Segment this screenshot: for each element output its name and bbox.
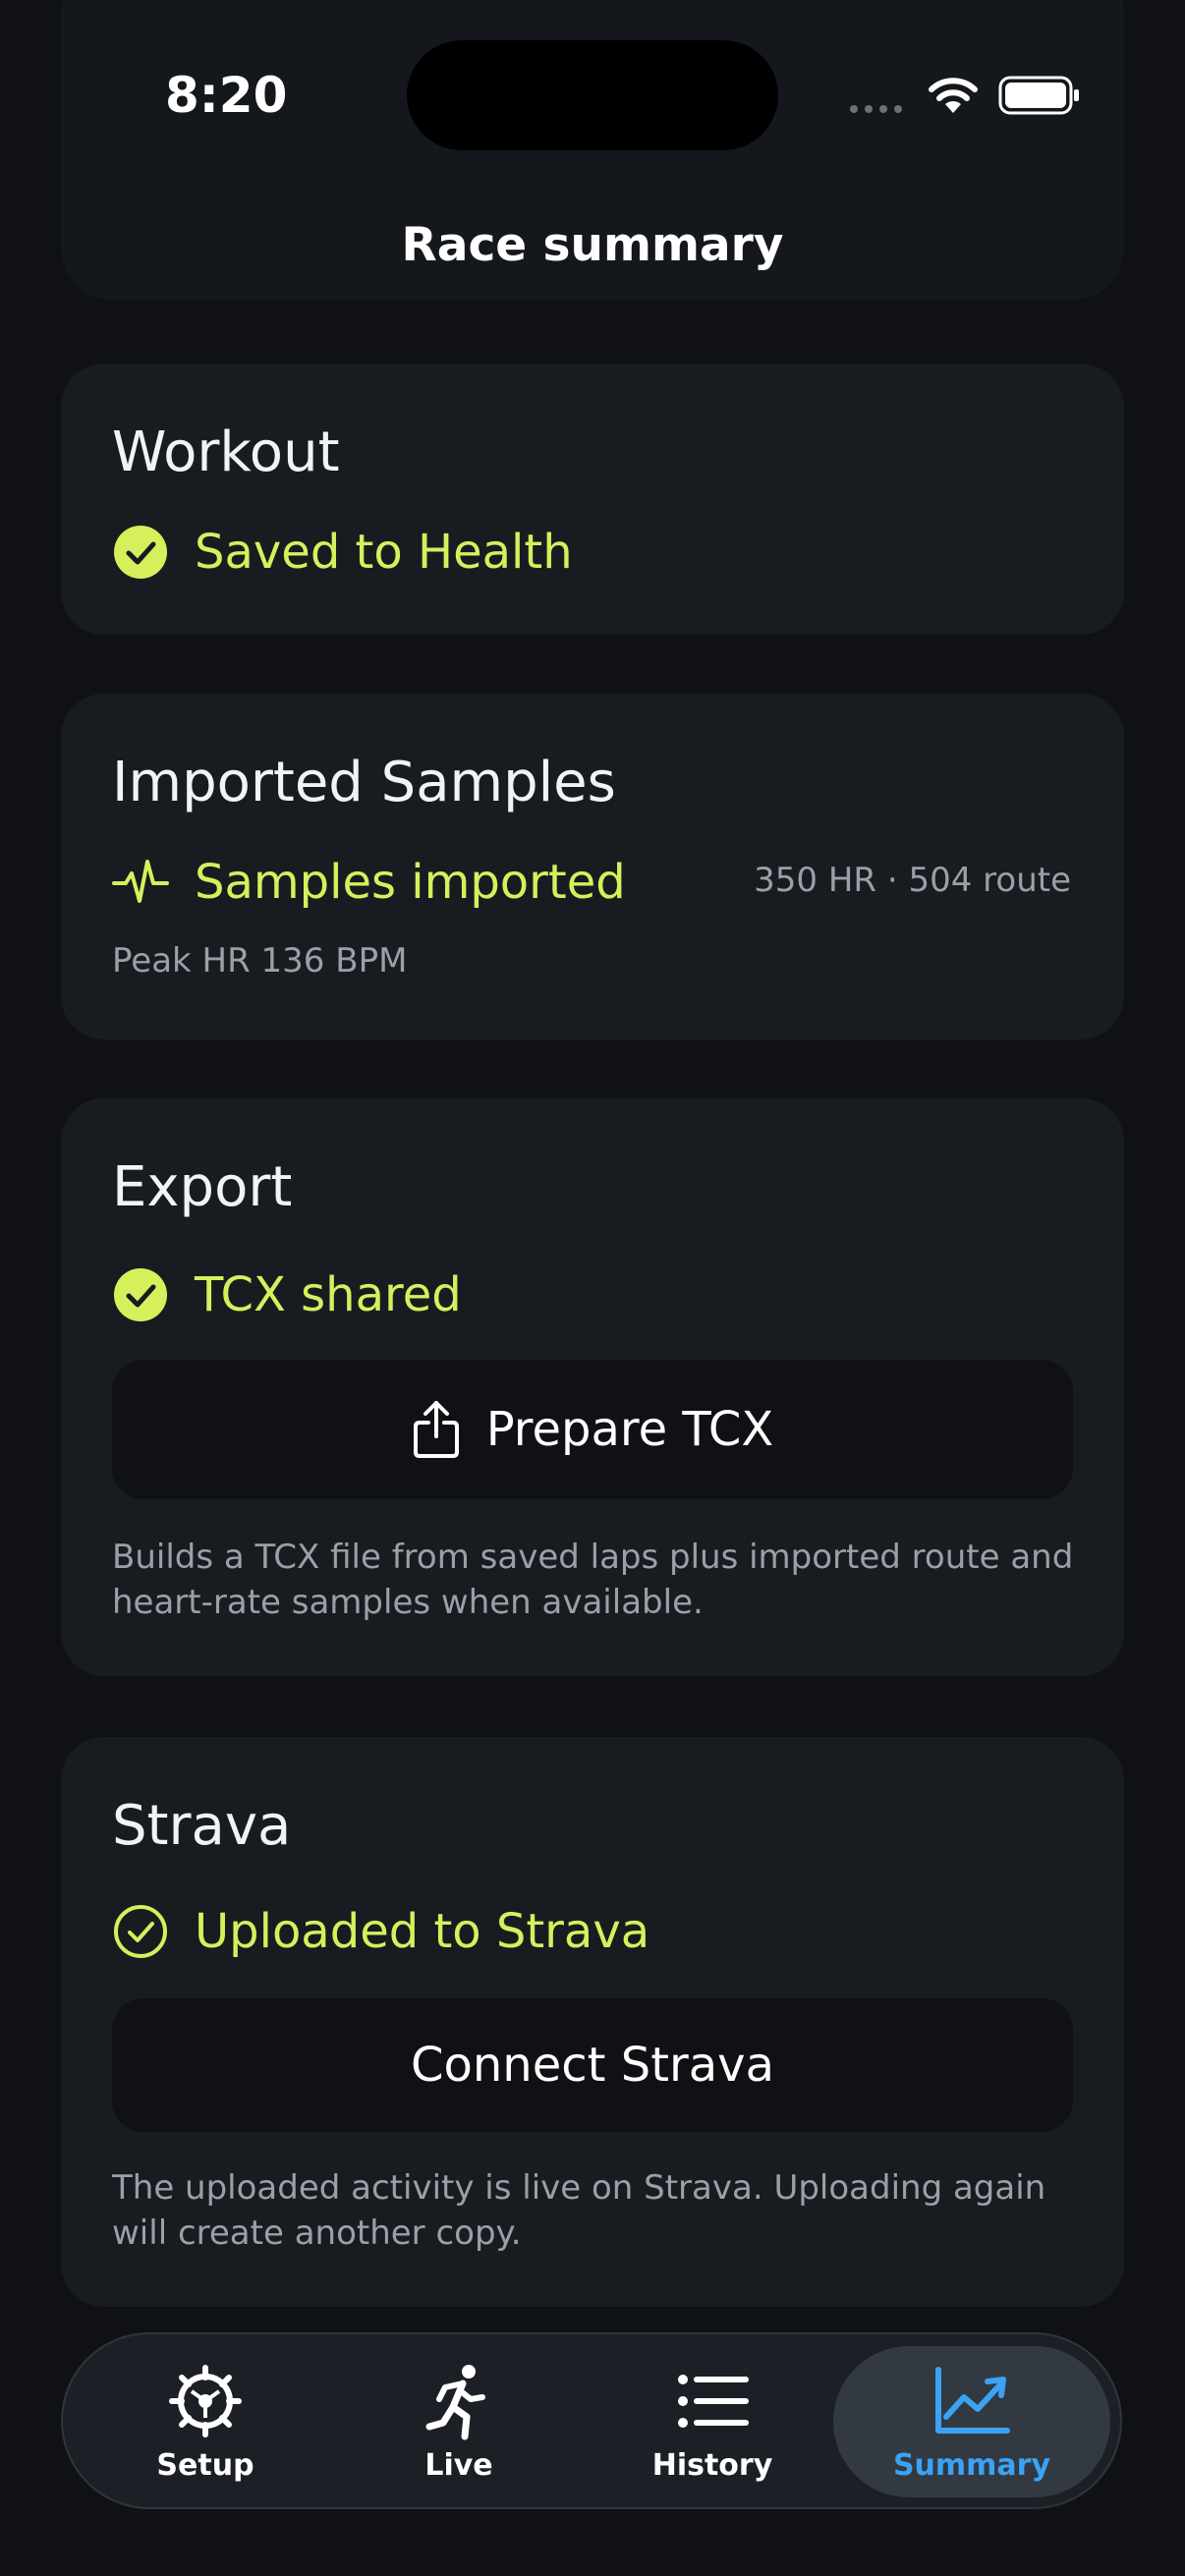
export-title: Export: [112, 1155, 293, 1219]
samples-counts: 350 HR · 504 route: [754, 861, 1071, 900]
wifi-icon: [929, 78, 978, 113]
workout-status: Saved to Health: [112, 523, 573, 582]
tab-summary[interactable]: Summary: [833, 2346, 1110, 2497]
export-card: Export TCX shared Prepare TCX Builds a T…: [61, 1098, 1124, 1676]
tab-setup[interactable]: Setup: [102, 2346, 309, 2497]
export-status-text: TCX shared: [195, 1267, 462, 1322]
chart-trend-icon: [935, 2366, 1010, 2434]
tab-bar: Setup Live History Summary: [61, 2332, 1122, 2509]
prepare-tcx-label: Prepare TCX: [485, 1402, 774, 1457]
connect-strava-button[interactable]: Connect Strava: [112, 1998, 1073, 2132]
tab-live[interactable]: Live: [356, 2346, 562, 2497]
gear-icon: [169, 2364, 242, 2437]
strava-help-text: The uploaded activity is live on Strava.…: [112, 2168, 1046, 2253]
samples-status-text: Samples imported: [195, 855, 626, 910]
strava-status: Uploaded to Strava: [112, 1902, 649, 1961]
imported-samples-title: Imported Samples: [112, 751, 616, 814]
tab-history-label: History: [651, 2447, 773, 2483]
heartbeat-icon: [112, 860, 169, 903]
tab-summary-label: Summary: [892, 2447, 1051, 2483]
runner-icon: [425, 2364, 485, 2439]
imported-samples-card: Imported Samples Samples imported 350 HR…: [61, 694, 1124, 1039]
cellular-signal-icon: [850, 105, 902, 113]
status-bar-time: 8:20: [165, 67, 288, 124]
samples-status: Samples imported: [112, 853, 626, 912]
battery-icon: [998, 76, 1079, 115]
page-title: Race summary: [401, 218, 784, 272]
peak-hr: Peak HR 136 BPM: [112, 941, 408, 980]
export-status: TCX shared: [112, 1265, 462, 1324]
strava-title: Strava: [112, 1794, 292, 1858]
workout-title: Workout: [112, 420, 340, 484]
check-circle-filled-icon: [114, 1268, 167, 1321]
share-icon: [413, 1401, 459, 1458]
tab-setup-label: Setup: [156, 2447, 254, 2483]
strava-card: Strava Uploaded to Strava Connect Strava…: [61, 1737, 1124, 2307]
check-circle-outline-icon: [114, 1905, 167, 1958]
check-circle-filled-icon: [114, 526, 167, 579]
dynamic-island: [407, 40, 778, 150]
tab-history[interactable]: History: [609, 2346, 816, 2497]
strava-status-text: Uploaded to Strava: [195, 1904, 650, 1959]
tab-live-label: Live: [424, 2447, 493, 2483]
export-help-text: Builds a TCX file from saved laps plus i…: [112, 1538, 1074, 1622]
workout-card: Workout Saved to Health: [61, 364, 1124, 635]
prepare-tcx-button[interactable]: Prepare TCX: [112, 1360, 1073, 1499]
list-icon: [678, 2374, 749, 2428]
connect-strava-label: Connect Strava: [411, 2038, 774, 2093]
workout-status-text: Saved to Health: [195, 525, 573, 580]
